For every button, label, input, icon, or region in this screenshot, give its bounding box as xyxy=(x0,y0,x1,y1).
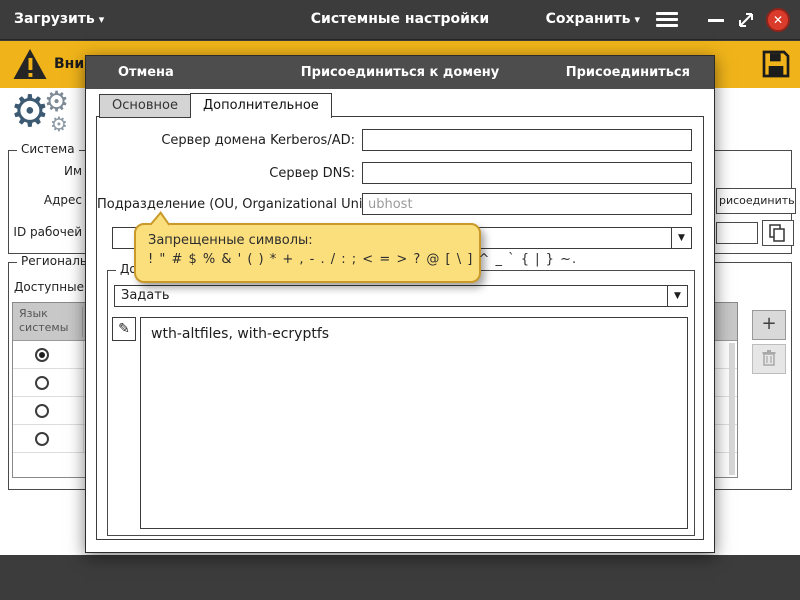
settings-gears-icon: ⚙ ⚙ ⚙ xyxy=(10,88,86,146)
expand-button[interactable] xyxy=(736,10,756,30)
system-group-label: Система xyxy=(17,142,79,156)
set-dropdown-value: Задать xyxy=(121,288,170,303)
set-dropdown[interactable]: Задать ▼ xyxy=(114,285,688,307)
save-disk-button[interactable] xyxy=(760,48,792,84)
hamburger-menu-icon[interactable] xyxy=(656,12,678,28)
tab-advanced[interactable]: Дополнительное xyxy=(190,93,332,118)
edit-button[interactable]: ✎ xyxy=(112,317,136,341)
scripts-textarea[interactable]: wth-altfiles, with-ecryptfs xyxy=(140,317,688,529)
table-scrollbar[interactable] xyxy=(729,343,735,475)
gear-icon: ⚙ xyxy=(50,114,68,134)
tab-basic[interactable]: Основное xyxy=(99,94,191,118)
save-menu-label: Сохранить xyxy=(546,11,631,27)
language-radio[interactable] xyxy=(35,432,49,446)
close-icon: ✕ xyxy=(773,13,783,27)
small-input[interactable] xyxy=(716,222,758,244)
language-radio[interactable] xyxy=(35,404,49,418)
save-menu-button[interactable]: Сохранить▾ xyxy=(546,11,640,27)
join-domain-button[interactable]: рисоединиться xyxy=(716,188,796,214)
titlebar: Загрузить▾ Системные настройки Сохранить… xyxy=(0,0,800,40)
page-title: Системные настройки xyxy=(0,11,800,27)
address-label: Адрес xyxy=(6,193,82,207)
minimize-button[interactable] xyxy=(708,19,724,22)
forbidden-chars-tooltip: Запрещенные символы: ! " # $ % & ' ( ) *… xyxy=(134,223,481,283)
kerberos-server-input[interactable] xyxy=(362,129,692,151)
dns-server-input[interactable] xyxy=(362,162,692,184)
name-label: Им xyxy=(6,164,82,178)
trash-icon xyxy=(761,349,777,367)
join-button[interactable]: Присоединиться xyxy=(566,56,690,89)
copy-button[interactable] xyxy=(762,220,794,246)
dns-server-label: Сервер DNS: xyxy=(97,166,355,181)
tooltip-chars: ! " # $ % & ' ( ) * + , - . / : ; < = > … xyxy=(148,252,467,267)
caret-down-icon: ▾ xyxy=(634,13,640,26)
available-languages-label: Доступные я xyxy=(14,280,95,294)
close-button[interactable]: ✕ xyxy=(766,8,790,32)
language-radio[interactable] xyxy=(35,376,49,390)
language-column-header: Язык системы xyxy=(19,307,83,337)
expand-arrows-icon xyxy=(736,10,756,30)
join-domain-dialog: Присоединиться к домену Отмена Присоедин… xyxy=(85,55,715,553)
ou-input[interactable] xyxy=(362,193,692,215)
add-language-button[interactable]: + xyxy=(752,310,786,340)
tab-content: Сервер домена Kerberos/AD: Сервер DNS: П… xyxy=(96,116,704,540)
advanced-groupbox: До Задать ▼ ✎ wth-altfiles, with-ecryptf… xyxy=(107,270,695,536)
dialog-tabs: ОсновноеДополнительное xyxy=(99,93,331,118)
delete-language-button[interactable] xyxy=(752,344,786,374)
pencil-icon: ✎ xyxy=(118,321,130,337)
chevron-down-icon: ▼ xyxy=(667,286,687,306)
chevron-down-icon: ▼ xyxy=(671,228,691,248)
tooltip-title: Запрещенные символы: xyxy=(148,233,467,248)
kerberos-server-label: Сервер домена Kerberos/AD: xyxy=(97,133,355,148)
warning-icon xyxy=(12,47,48,85)
workstation-id-label: ID рабочей xyxy=(6,225,82,239)
ou-label: Подразделение (OU, Organizational Unit): xyxy=(97,197,355,212)
language-radio[interactable] xyxy=(35,348,49,362)
cancel-button[interactable]: Отмена xyxy=(118,56,174,89)
dialog-header: Присоединиться к домену Отмена Присоедин… xyxy=(86,56,714,89)
copy-icon xyxy=(768,223,788,243)
